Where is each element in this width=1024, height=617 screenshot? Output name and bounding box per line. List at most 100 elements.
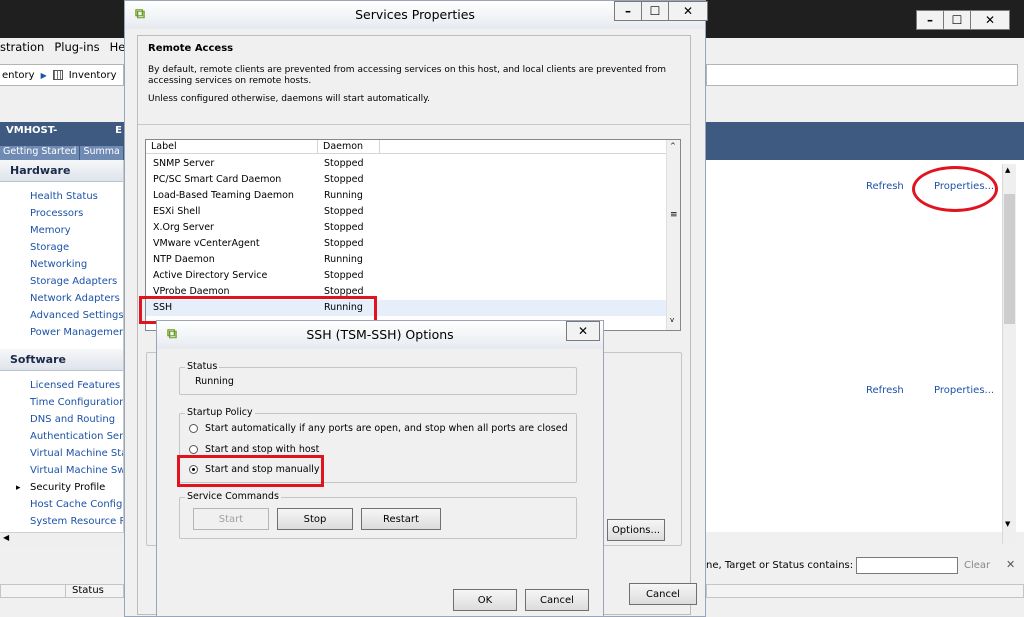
service-daemon-status: Running: [324, 190, 363, 201]
table-row[interactable]: PC/SC Smart Card Daemon Stopped: [146, 172, 666, 188]
software-link[interactable]: Authentication Service: [0, 428, 123, 445]
hardware-link[interactable]: Network Adapters: [0, 290, 123, 307]
divider: [138, 124, 690, 125]
software-link-current[interactable]: Security Profile: [0, 479, 123, 496]
chevron-right-icon: ▶: [40, 70, 47, 80]
navigation-bar-right: [706, 64, 1018, 86]
close-button[interactable]: ✕: [566, 321, 600, 341]
software-link[interactable]: Virtual Machine Swapf: [0, 462, 123, 479]
table-row[interactable]: Load-Based Teaming Daemon Running: [146, 188, 666, 204]
hardware-link[interactable]: Networking: [0, 256, 123, 273]
status-group: [179, 367, 577, 395]
table-row[interactable]: VMware vCenterAgent Stopped: [146, 236, 666, 252]
tab-getting-started[interactable]: Getting Started: [0, 146, 81, 160]
ssh-options-dialog: ⧉ SSH (TSM-SSH) Options ✕ Status Running…: [156, 320, 604, 617]
filter-input[interactable]: [856, 557, 958, 574]
scroll-left-icon[interactable]: ◀: [3, 533, 9, 542]
close-button[interactable]: ✕: [668, 1, 708, 21]
startup-option-auto[interactable]: Start automatically if any ports are ope…: [189, 423, 568, 434]
start-button[interactable]: Start: [193, 508, 269, 530]
stop-button[interactable]: Stop: [277, 508, 353, 530]
configuration-panel: Hardware Health Status Processors Memory St…: [0, 160, 124, 532]
startup-option-auto-label[interactable]: Start automatically if any ports are ope…: [205, 423, 568, 434]
service-daemon-status: Stopped: [324, 174, 364, 185]
startup-policy-legend: Startup Policy: [185, 407, 255, 418]
nav-inventory-crumb[interactable]: entory: [2, 70, 35, 81]
software-section-title: Software: [0, 349, 123, 371]
menu-item-plugins[interactable]: Plug-ins: [54, 40, 99, 60]
table-row[interactable]: ESXi Shell Stopped: [146, 204, 666, 220]
close-icon[interactable]: ✕: [1006, 558, 1015, 571]
service-label: PC/SC Smart Card Daemon: [153, 174, 282, 185]
service-label: Load-Based Teaming Daemon: [153, 190, 294, 201]
minimize-button[interactable]: –: [916, 10, 944, 30]
scroll-up-icon[interactable]: ▲: [1005, 166, 1010, 174]
maximize-button[interactable]: ☐: [943, 10, 971, 30]
table-row[interactable]: NTP Daemon Running: [146, 252, 666, 268]
properties-link-2[interactable]: Properties...: [934, 385, 994, 396]
radio-auto[interactable]: [189, 424, 198, 433]
table-row[interactable]: X.Org Server Stopped: [146, 220, 666, 236]
software-link[interactable]: Licensed Features: [0, 377, 123, 394]
hardware-link[interactable]: Processors: [0, 205, 123, 222]
ok-button[interactable]: OK: [453, 589, 517, 611]
refresh-link-2[interactable]: Refresh: [866, 385, 904, 396]
software-link[interactable]: Virtual Machine Startu: [0, 445, 123, 462]
tab-summary[interactable]: Summa: [80, 146, 124, 160]
table-row[interactable]: SNMP Server Stopped: [146, 156, 666, 172]
hardware-link[interactable]: Advanced Settings: [0, 307, 123, 324]
nav-inventory-link[interactable]: Inventory: [69, 70, 117, 81]
scroll-grip-icon[interactable]: ≡: [670, 210, 678, 220]
host-suffix: E: [115, 125, 122, 136]
startup-option-with-host-label[interactable]: Start and stop with host: [205, 444, 319, 455]
service-label: X.Org Server: [153, 222, 214, 233]
menu-bar: stration Plug-ins Help: [0, 40, 136, 60]
clear-link[interactable]: Clear: [964, 560, 990, 571]
status-column-header[interactable]: Status: [65, 585, 104, 597]
table-row[interactable]: Active Directory Service Stopped: [146, 268, 666, 284]
hardware-link[interactable]: Memory: [0, 222, 123, 239]
software-link[interactable]: Host Cache Configura: [0, 496, 123, 513]
cancel-button[interactable]: Cancel: [629, 583, 697, 605]
daemon-column-header[interactable]: Daemon: [318, 140, 380, 153]
services-list-scrollbar[interactable]: ^ ≡ v: [666, 140, 680, 330]
status-value: Running: [195, 376, 234, 387]
software-link[interactable]: DNS and Routing: [0, 411, 123, 428]
startup-option-with-host[interactable]: Start and stop with host: [189, 444, 319, 455]
chevron-up-icon[interactable]: ^: [670, 142, 676, 150]
hardware-link[interactable]: Power Management: [0, 324, 123, 341]
options-button[interactable]: Options...: [607, 519, 665, 541]
service-daemon-status: Stopped: [324, 238, 364, 249]
details-scrollbar[interactable]: ▲ ▼: [1002, 164, 1016, 544]
service-daemon-status: Stopped: [324, 222, 364, 233]
hardware-list: Health Status Processors Memory Storage Netw…: [0, 182, 123, 341]
configuration-hscrollbar[interactable]: ◀: [0, 532, 124, 546]
scroll-thumb[interactable]: [1004, 194, 1015, 324]
navigation-bar: entory ▶ Inventory: [0, 64, 124, 86]
service-label: NTP Daemon: [153, 254, 215, 265]
software-list: Licensed Features Time Configuration DNS a…: [0, 371, 123, 532]
host-name: VMHOST-: [6, 125, 58, 136]
filter-label[interactable]: ne, Target or Status contains: ▾: [706, 560, 861, 571]
software-link[interactable]: System Resource Res: [0, 513, 123, 530]
menu-item-administration[interactable]: stration: [0, 40, 44, 60]
remote-access-description: By default, remote clients are prevented…: [148, 65, 667, 86]
label-column-header[interactable]: Label: [146, 140, 318, 153]
remote-access-title: Remote Access: [148, 43, 234, 54]
software-link[interactable]: Time Configuration: [0, 394, 123, 411]
close-button[interactable]: ✕: [970, 10, 1010, 30]
tasks-header-right: [706, 584, 1024, 598]
hardware-link[interactable]: Health Status: [0, 188, 123, 205]
cancel-button[interactable]: Cancel: [525, 589, 589, 611]
minimize-button[interactable]: –: [614, 1, 642, 21]
radio-with-host[interactable]: [189, 445, 198, 454]
refresh-link[interactable]: Refresh: [866, 181, 904, 192]
hardware-link[interactable]: Storage Adapters: [0, 273, 123, 290]
scroll-down-icon[interactable]: ▼: [1005, 520, 1010, 528]
chevron-down-icon[interactable]: v: [670, 316, 674, 324]
restart-button[interactable]: Restart: [361, 508, 441, 530]
maximize-button[interactable]: ☐: [641, 1, 669, 21]
daemon-start-note: Unless configured otherwise, daemons wil…: [148, 94, 430, 104]
hardware-link[interactable]: Storage: [0, 239, 123, 256]
ssh-dialog-title: SSH (TSM-SSH) Options: [306, 327, 454, 342]
